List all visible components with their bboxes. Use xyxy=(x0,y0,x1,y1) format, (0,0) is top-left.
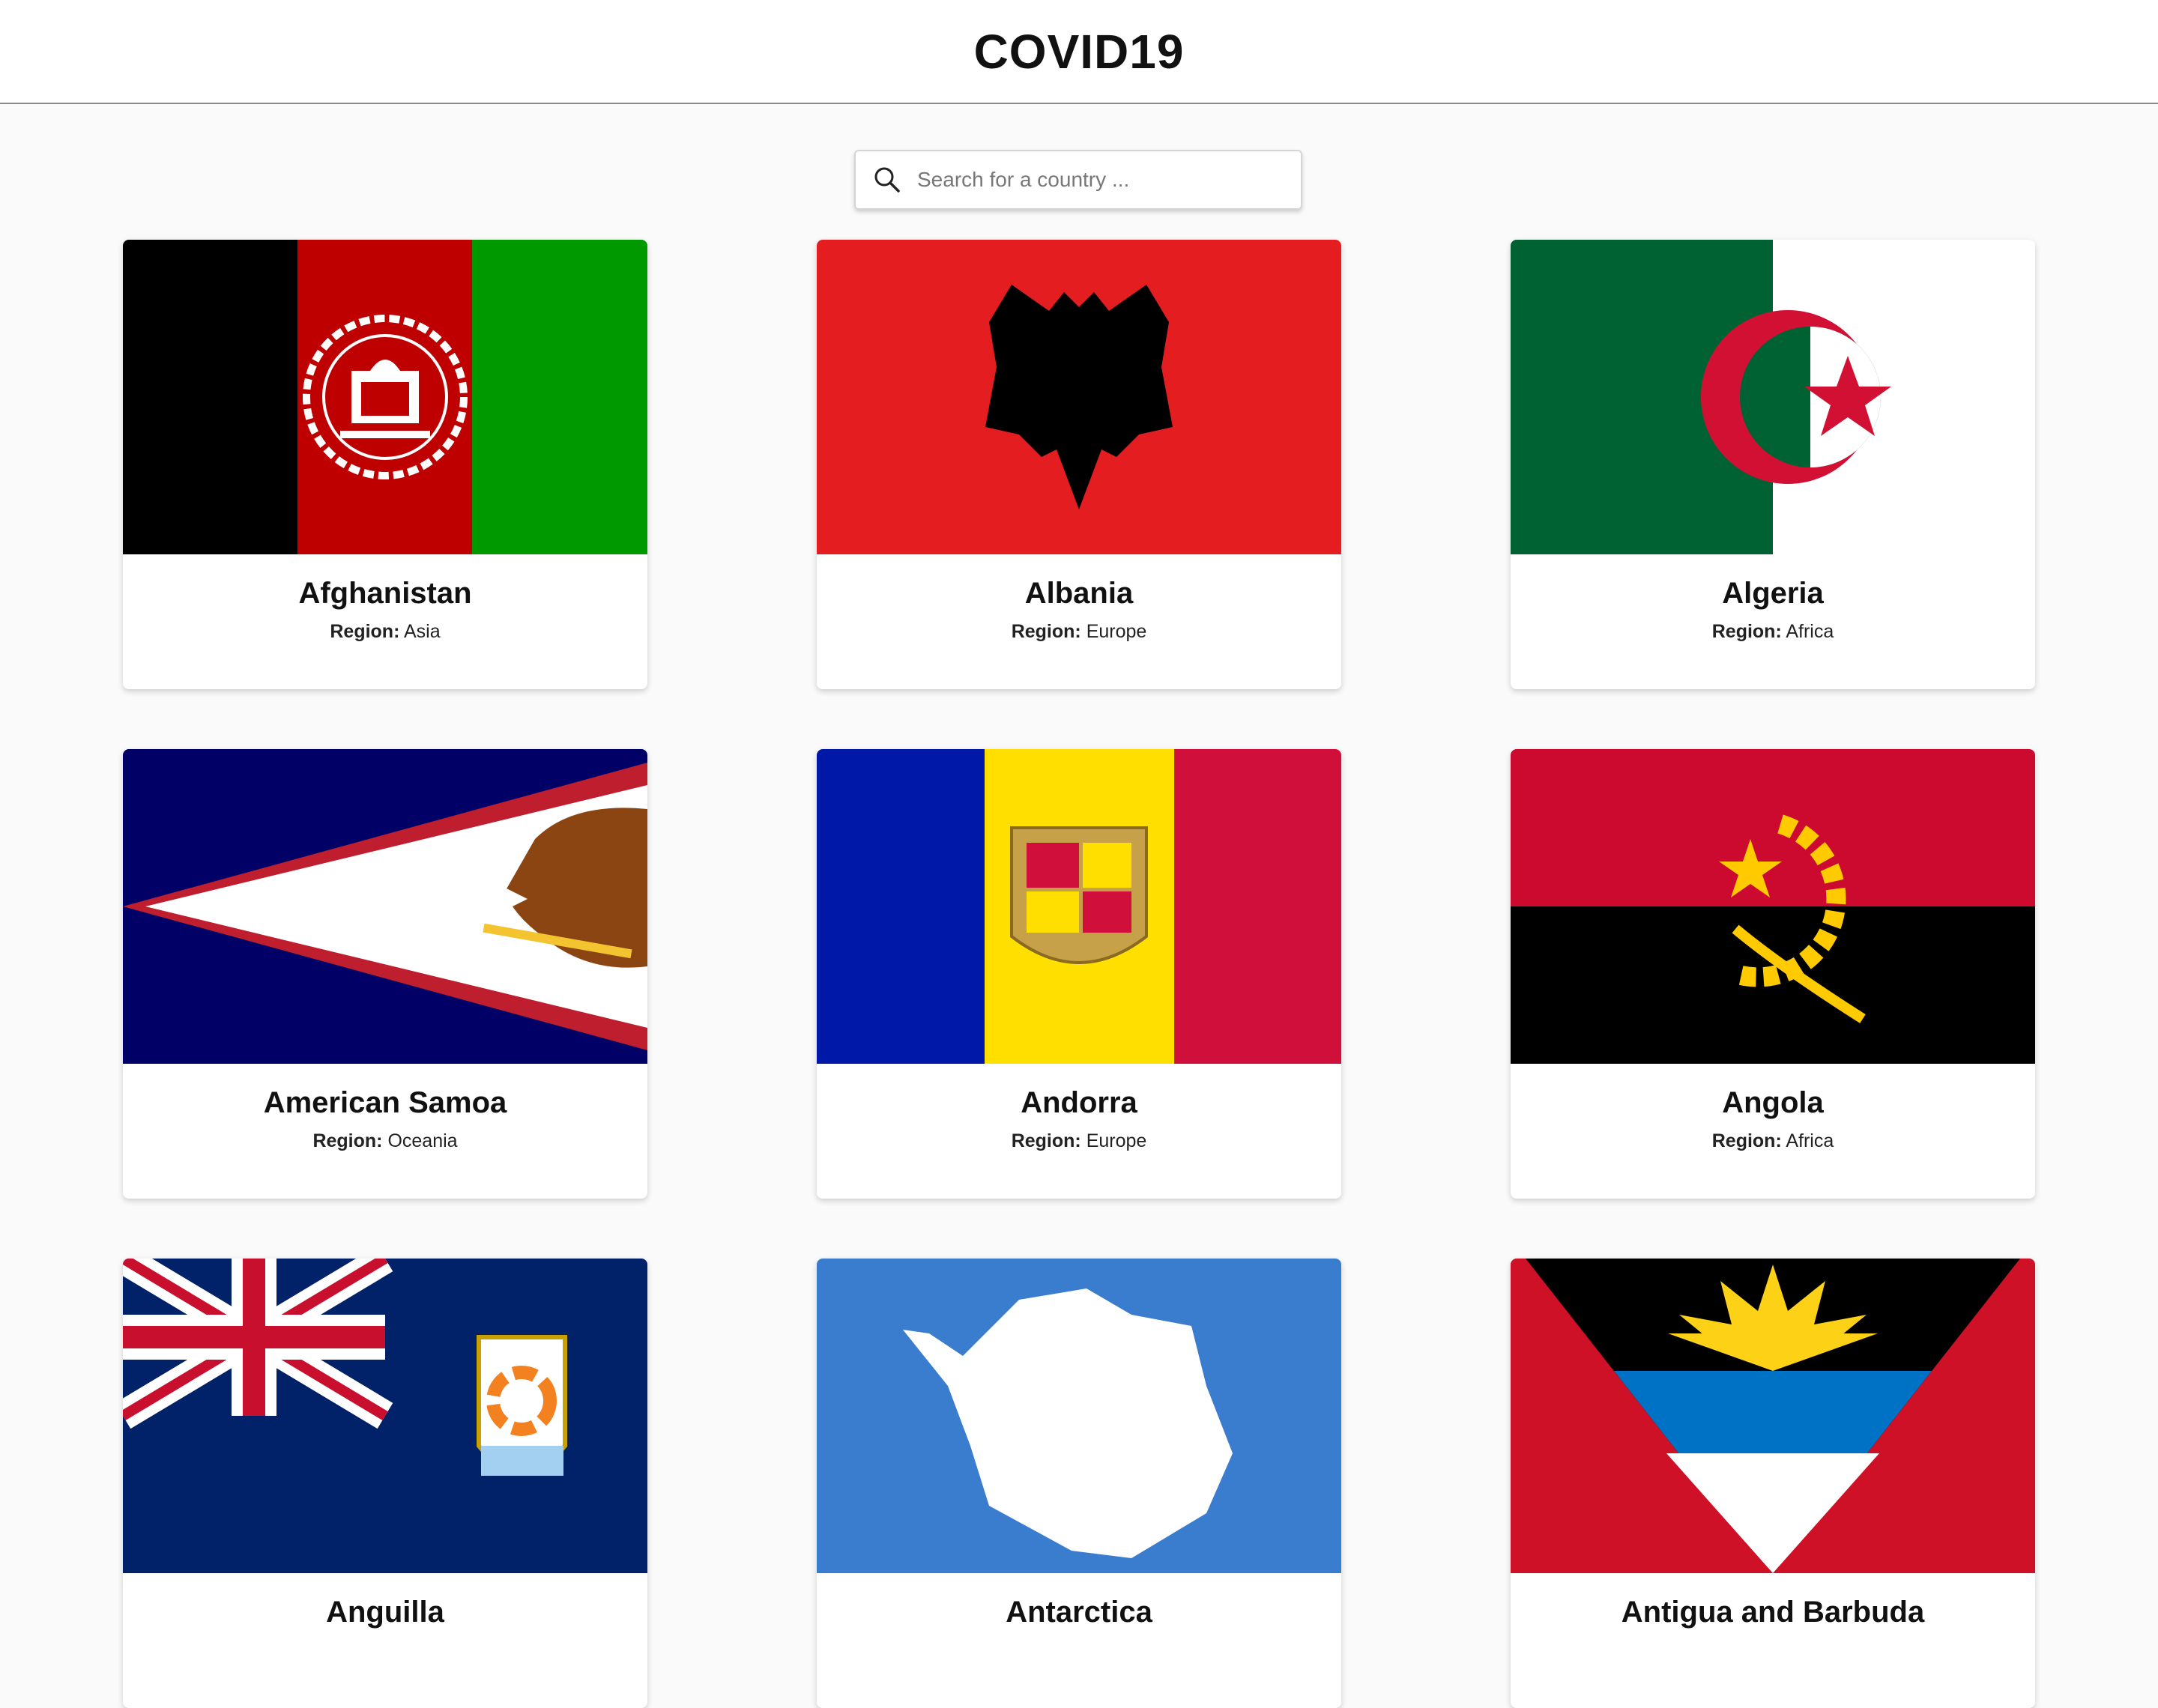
region-value: Africa xyxy=(1786,621,1834,642)
region-value: Oceania xyxy=(387,1130,458,1151)
country-card-angola[interactable]: Angola Region: Africa xyxy=(1511,749,2035,1199)
country-name: Andorra xyxy=(1021,1086,1137,1119)
country-card-anguilla[interactable]: Anguilla xyxy=(123,1259,647,1708)
country-name: American Samoa xyxy=(263,1086,507,1119)
country-region: Region: Oceania xyxy=(123,1130,647,1152)
albania-flag-icon xyxy=(817,240,1341,554)
region-label: Region: xyxy=(1011,1130,1081,1151)
region-label: Region: xyxy=(1011,621,1081,642)
country-name: Afghanistan xyxy=(298,577,472,610)
country-region: Region: Europe xyxy=(817,621,1341,643)
region-value: Europe xyxy=(1086,1130,1147,1151)
antarctica-flag-icon xyxy=(817,1259,1341,1573)
country-region: Region: Asia xyxy=(123,621,647,643)
country-card-antigua-and-barbuda[interactable]: Antigua and Barbuda xyxy=(1511,1259,2035,1708)
region-value: Asia xyxy=(403,621,441,642)
country-region: Region: Africa xyxy=(1511,621,2035,643)
angola-flag-icon xyxy=(1511,749,2035,1064)
region-label: Region: xyxy=(330,621,400,642)
country-card-albania[interactable]: Albania Region: Europe xyxy=(817,240,1341,689)
country-card-afghanistan[interactable]: Afghanistan Region: Asia xyxy=(123,240,647,689)
country-name: Algeria xyxy=(1722,577,1824,610)
andorra-flag-icon xyxy=(817,749,1341,1064)
country-grid: Afghanistan Region: Asia Albania Region:… xyxy=(0,0,2158,1708)
region-value: Europe xyxy=(1086,621,1147,642)
region-label: Region: xyxy=(312,1130,383,1151)
country-card-algeria[interactable]: Algeria Region: Africa xyxy=(1511,240,2035,689)
country-card-american-samoa[interactable]: American Samoa Region: Oceania xyxy=(123,749,647,1199)
country-region: Region: Africa xyxy=(1511,1130,2035,1152)
country-name: Albania xyxy=(1024,577,1134,610)
country-name: Anguilla xyxy=(326,1596,444,1629)
american-samoa-flag-icon xyxy=(123,749,647,1064)
country-name: Angola xyxy=(1722,1086,1824,1119)
country-region: Region: Europe xyxy=(817,1130,1341,1152)
country-card-antarctica[interactable]: Antarctica xyxy=(817,1259,1341,1708)
algeria-flag-icon xyxy=(1511,240,2035,554)
country-name: Antigua and Barbuda xyxy=(1621,1596,1925,1629)
country-name: Antarctica xyxy=(1006,1596,1152,1629)
country-card-andorra[interactable]: Andorra Region: Europe xyxy=(817,749,1341,1199)
region-label: Region: xyxy=(1711,621,1782,642)
anguilla-flag-icon xyxy=(123,1259,647,1573)
region-value: Africa xyxy=(1786,1130,1834,1151)
antigua-and-barbuda-flag-icon xyxy=(1511,1259,2035,1573)
afghanistan-flag-icon xyxy=(123,240,647,554)
region-label: Region: xyxy=(1711,1130,1782,1151)
